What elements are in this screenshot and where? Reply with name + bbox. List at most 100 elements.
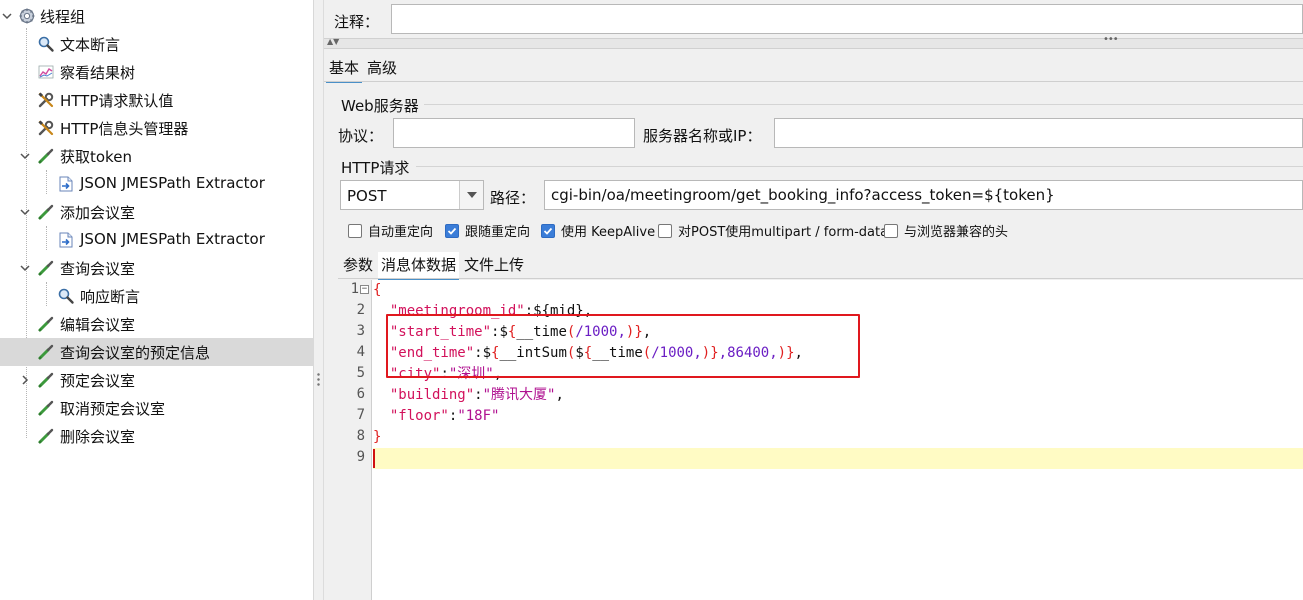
tree-item[interactable]: JSON JMESPath Extractor [0, 226, 314, 254]
line-number: 3 [356, 323, 365, 339]
line-number: 8 [356, 428, 365, 444]
pipette-icon [37, 203, 55, 221]
expand-down-icon[interactable] [18, 205, 32, 219]
magnifier-icon [57, 287, 75, 305]
tab-basic[interactable]: 基本 [326, 55, 363, 83]
comment-label: 注释： [334, 13, 380, 31]
tree-item-label: 取消预定会议室 [60, 400, 166, 418]
tree-item[interactable]: 删除会议室 [0, 422, 314, 450]
protocol-input[interactable] [393, 118, 635, 148]
tree-item-label: 添加会议室 [60, 204, 136, 222]
test-plan-tree[interactable]: 线程组文本断言察看结果树 HTTP请求默认值 HTTP信息头管理器 获取token JS… [0, 0, 314, 600]
tree-item-label: 线程组 [40, 8, 86, 26]
tab-divider [338, 278, 1303, 279]
multipart-checkbox[interactable]: 对POST使用multipart / form-data [658, 221, 888, 240]
annotation-highlight-box [386, 314, 860, 378]
pipette-icon [37, 427, 55, 445]
checkbox-label: 对POST使用multipart / form-data [678, 225, 889, 240]
comment-input[interactable] [391, 4, 1303, 34]
checkbox-box[interactable] [445, 223, 459, 238]
code-line-6: "building":"腾讯大厦", [389, 387, 564, 403]
tab-advanced[interactable]: 高级 [364, 55, 400, 83]
checkbox-label: 跟随重定向 [465, 225, 531, 240]
pipette-icon [37, 343, 55, 361]
tree-item-label: 文本断言 [60, 36, 121, 54]
pipette-icon [37, 399, 55, 417]
pane-splitter[interactable] [314, 0, 324, 600]
tree-item-label: 获取token [60, 148, 132, 166]
code-line-1: { [373, 282, 382, 298]
tab-parameters[interactable]: 参数 [340, 252, 376, 280]
collapse-arrows-icon[interactable]: ▲▼ [327, 37, 339, 46]
path-label: 路径： [490, 189, 536, 207]
method-value: POST [347, 187, 387, 205]
tree-item[interactable]: 取消预定会议室 [0, 394, 314, 422]
tree-item[interactable]: HTTP请求默认值 [0, 86, 314, 114]
pipette-icon [37, 315, 55, 333]
pipette-icon [37, 371, 55, 389]
drag-handle-icon[interactable]: ••• [1103, 34, 1119, 45]
pipette-icon [37, 259, 55, 277]
splitter-grip[interactable] [317, 372, 320, 388]
tree-item[interactable]: 察看结果树 [0, 58, 314, 86]
expand-down-icon[interactable] [18, 149, 32, 163]
tree-item-label: 查询会议室的预定信息 [60, 344, 211, 362]
checkbox-label: 自动重定向 [368, 225, 434, 240]
line-number-gutter: 1 2 3 4 5 6 7 8 9 [338, 280, 372, 600]
expand-right-icon[interactable] [18, 373, 32, 387]
auto-redirect-checkbox[interactable]: 自动重定向 [348, 221, 433, 240]
text-caret [373, 449, 375, 468]
tree-item[interactable]: JSON JMESPath Extractor [0, 170, 314, 198]
code-line-9 [373, 448, 1303, 469]
chevron-down-icon[interactable] [459, 181, 483, 209]
tree-item-label: 察看结果树 [60, 64, 136, 82]
tab-body-data[interactable]: 消息体数据 [378, 252, 460, 280]
expand-down-icon[interactable] [18, 261, 32, 275]
method-select[interactable]: POST [340, 180, 484, 210]
expand-down-icon[interactable] [0, 9, 14, 23]
tree-item[interactable]: 添加会议室 [0, 198, 314, 226]
tree-item-label: HTTP请求默认值 [60, 92, 174, 110]
tab-divider [324, 81, 1303, 82]
checkbox-box[interactable] [541, 223, 555, 238]
path-input[interactable]: cgi-bin/oa/meetingroom/get_booking_info?… [544, 180, 1303, 210]
tree-item[interactable]: 线程组 [0, 2, 314, 30]
collapse-strip[interactable]: ▲▼ ••• [324, 34, 1303, 49]
tree-item-label: HTTP信息头管理器 [60, 120, 189, 138]
fold-collapse-icon[interactable]: − [360, 285, 369, 294]
section-line [416, 166, 1303, 167]
checkbox-box[interactable] [658, 223, 672, 238]
server-name-label: 服务器名称或IP： [643, 127, 762, 145]
extractor-icon [57, 175, 75, 193]
code-line-8: } [373, 429, 382, 445]
checkbox-label: 使用 KeepAlive [561, 225, 656, 240]
tree-item-label: 编辑会议室 [60, 316, 136, 334]
tree-item[interactable]: 获取token [0, 142, 314, 170]
tree-item[interactable]: 预定会议室 [0, 366, 314, 394]
tree-item[interactable]: 响应断言 [0, 282, 314, 310]
gear-icon [18, 7, 36, 25]
magnifier-icon [37, 35, 55, 53]
tab-files-upload[interactable]: 文件上传 [461, 252, 527, 280]
tree-item[interactable]: 文本断言 [0, 30, 314, 58]
tree-item[interactable]: HTTP信息头管理器 [0, 114, 314, 142]
tree-item-label: 响应断言 [80, 288, 141, 306]
body-tabs: 参数 消息体数据 文件上传 [340, 252, 529, 280]
tree-item[interactable]: 查询会议室的预定信息 [0, 338, 314, 366]
chart-icon [37, 63, 55, 81]
main-tabs: 基本 高级 [326, 55, 402, 83]
tree-item-label: 预定会议室 [60, 372, 136, 390]
line-number: 6 [356, 386, 365, 402]
tree-item[interactable]: 查询会议室 [0, 254, 314, 282]
follow-redirect-checkbox[interactable]: 跟随重定向 [445, 221, 530, 240]
protocol-label: 协议： [338, 127, 384, 145]
server-name-input[interactable] [774, 118, 1303, 148]
checkbox-box[interactable] [348, 223, 362, 238]
browser-compatible-headers-checkbox[interactable]: 与浏览器兼容的头 [884, 221, 1008, 240]
line-number: 7 [356, 407, 365, 423]
tree-item[interactable]: 编辑会议室 [0, 310, 314, 338]
checkbox-box[interactable] [884, 223, 898, 238]
tree-item-label: JSON JMESPath Extractor [80, 230, 265, 248]
keepalive-checkbox[interactable]: 使用 KeepAlive [541, 221, 655, 240]
tree-item-label: 查询会议室 [60, 260, 136, 278]
